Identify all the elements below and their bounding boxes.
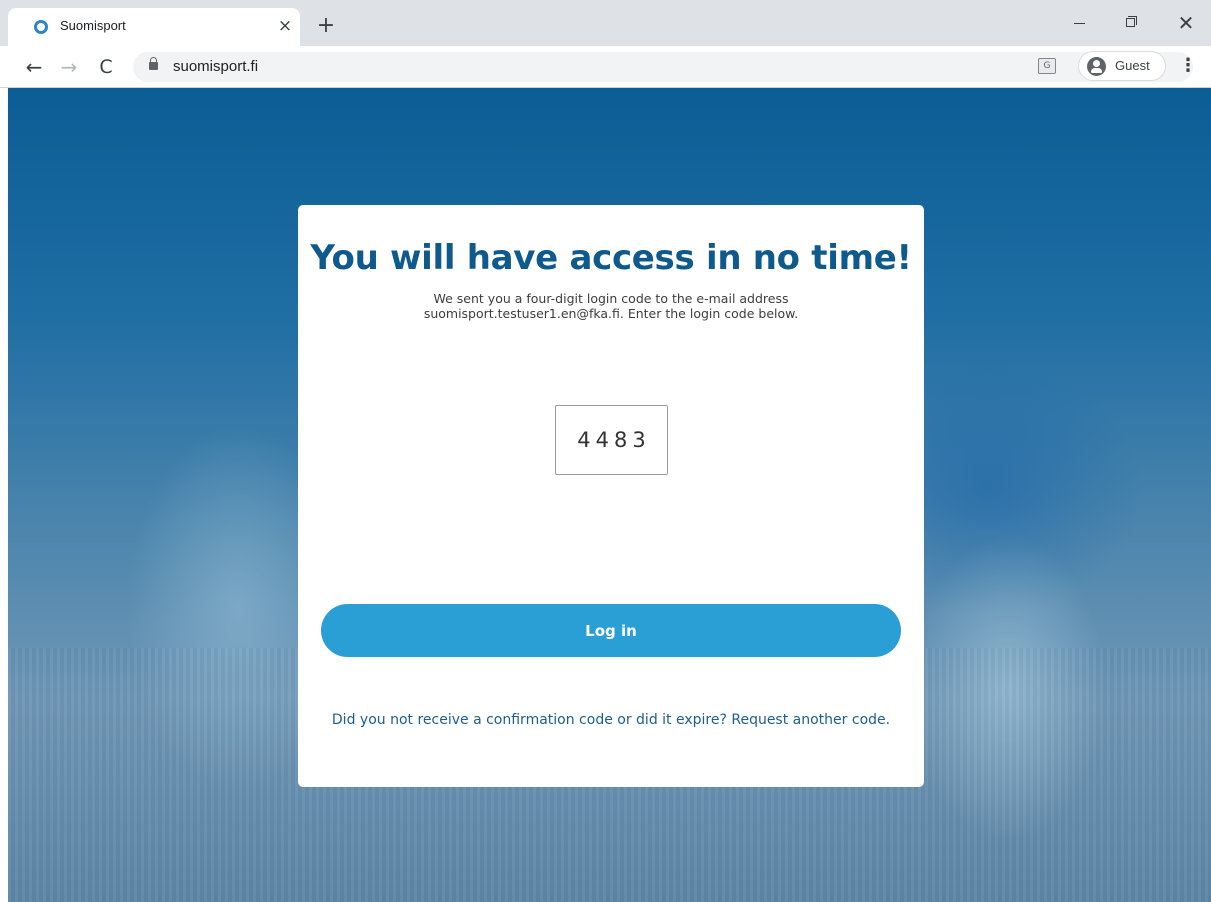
page-viewport: You will have access in no time! We sent… (8, 88, 1211, 902)
forward-button[interactable]: → (55, 53, 83, 81)
lock-icon[interactable] (149, 57, 158, 70)
login-card: You will have access in no time! We sent… (298, 205, 924, 787)
kebab-menu-icon[interactable]: ⋮ (1176, 52, 1200, 80)
avatar-icon (1087, 57, 1106, 76)
tab-close-icon[interactable]: × (274, 15, 296, 37)
address-bar[interactable]: suomisport.fi (133, 52, 1193, 82)
back-button[interactable]: ← (20, 53, 48, 81)
tab-strip: Suomisport × + ✕ (0, 0, 1211, 46)
reload-button[interactable]: C (92, 53, 120, 81)
tab-title: Suomisport (60, 18, 126, 33)
translate-icon[interactable]: G (1038, 58, 1056, 74)
profile-button[interactable]: Guest (1078, 51, 1166, 81)
login-instructions: We sent you a four-digit login code to t… (423, 291, 799, 321)
browser-toolbar: ← → C suomisport.fi (0, 46, 1211, 88)
restore-button[interactable] (1108, 8, 1154, 38)
minimize-icon (1073, 23, 1085, 24)
browser-chrome: Suomisport × + ✕ ← → C suomisport.fi G G… (0, 0, 1211, 88)
url-text[interactable]: suomisport.fi (173, 58, 258, 75)
suomisport-favicon-icon (34, 20, 48, 34)
page-title: You will have access in no time! (310, 238, 912, 278)
request-another-code-link[interactable]: Did you not receive a confirmation code … (326, 710, 896, 731)
new-tab-button[interactable]: + (312, 12, 340, 40)
profile-label: Guest (1115, 58, 1150, 73)
tab-suomisport[interactable]: Suomisport × (8, 8, 300, 46)
minimize-button[interactable] (1056, 8, 1102, 38)
window-close-button[interactable]: ✕ (1163, 8, 1209, 38)
restore-icon (1126, 18, 1135, 27)
login-code-input[interactable] (555, 405, 668, 475)
log-in-button[interactable]: Log in (321, 604, 901, 657)
